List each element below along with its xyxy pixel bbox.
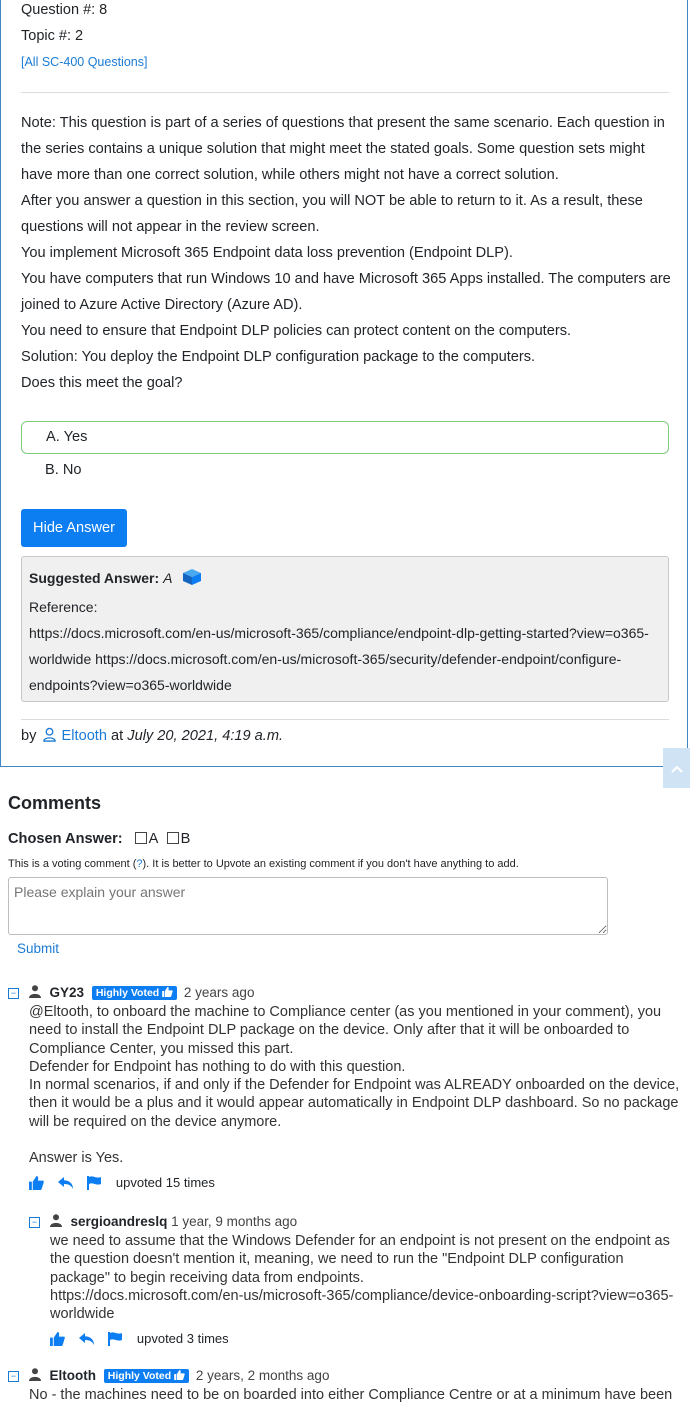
comment-body: No - the machines need to be on boarded … [29,1386,683,1404]
reply-icon[interactable] [78,1333,95,1349]
reference-text: https://docs.microsoft.com/en-us/microso… [29,625,649,693]
comment-username[interactable]: GY23 [50,985,85,1000]
question-paragraph: Solution: You deploy the Endpoint DLP co… [21,349,536,365]
comments-title: Comments [8,793,102,813]
option-b-checkbox[interactable] [166,832,179,844]
option-a-label: A [148,831,158,847]
comment-time: 2 years ago [183,985,255,1000]
comment-paragraph: Answer is Yes. [29,1150,124,1167]
comment-body: we need to assume that the Windows Defen… [50,1232,684,1323]
question-byline: by Eltooth at July 20, 2021, 4:19 a.m. [21,727,283,746]
comment-time: 2 years, 2 months ago [195,1368,330,1383]
question-paragraph: You have computers that run Windows 10 a… [21,271,671,313]
upvote-count: upvoted 3 times [136,1331,229,1347]
question-paragraph: After you answer a question in this sect… [21,193,643,235]
upvote-icon[interactable] [29,1176,44,1193]
reference-label: Reference: [29,599,98,615]
post-date: July 20, 2021, 4:19 a.m. [127,728,284,744]
comment-paragraph: we need to assume that the Windows Defen… [50,1233,670,1286]
suggested-answer-label: Suggested Answer: [29,570,160,586]
hide-answer-button[interactable]: Hide Answer [21,509,127,547]
user-icon [42,727,57,746]
flag-icon[interactable] [87,1176,102,1193]
suggested-answer-box: Suggested Answer: A Reference: https://d… [21,556,669,702]
collapse-toggle-icon[interactable]: − [8,1371,19,1382]
user-icon [28,985,41,1001]
comment-username[interactable]: Eltooth [50,1368,97,1383]
thumbs-up-icon [174,1370,185,1380]
divider [21,719,669,720]
comment-paragraph: In normal scenarios, if and only if the … [29,1077,680,1130]
upvote-icon[interactable] [50,1332,65,1349]
comment: − GY23 Highly Voted 2 years ago @Eltooth… [8,985,683,1193]
option-a-checkbox[interactable] [134,832,147,844]
question-number: Question #: 8 [21,2,108,18]
comment-paragraph: @Eltooth, to onboard the machine to Comp… [29,1004,662,1057]
highly-voted-badge: Highly Voted [91,986,178,1000]
question-text: Note: This question is part of a series … [21,110,671,396]
comment-body: @Eltooth, to onboard the machine to Comp… [29,1003,683,1167]
comment-username[interactable]: sergioandreslq [71,1214,168,1229]
question-paragraph: Does this meet the goal? [21,375,183,391]
collapse-toggle-icon[interactable]: − [29,1217,40,1228]
choice-a[interactable]: A. Yes [21,421,669,454]
at-label: at [111,728,124,744]
upvote-count: upvoted 15 times [115,1175,215,1191]
scroll-top-button[interactable] [663,748,690,788]
comment-paragraph [29,1131,683,1149]
choice-b[interactable]: B. No [21,455,669,488]
question-paragraph: Note: This question is part of a series … [21,115,665,183]
suggested-answer-value: A [163,570,173,586]
collapse-toggle-icon[interactable]: − [8,988,19,999]
user-icon [49,1214,62,1230]
comment-reply: − sergioandreslq 1 year, 9 months ago we… [29,1214,684,1349]
comment-paragraph: No - the machines need to be on boarded … [29,1387,673,1403]
comment-paragraph: Defender for Endpoint has nothing to do … [29,1058,406,1075]
explain-textarea[interactable] [8,877,608,935]
by-label: by [21,728,37,744]
highly-voted-badge: Highly Voted [103,1369,190,1383]
comment-paragraph: https://docs.microsoft.com/en-us/microso… [50,1287,674,1323]
user-icon [28,1368,41,1384]
voting-note: This is a voting comment (?). It is bett… [8,858,519,870]
chosen-answer-label: Chosen Answer: [8,831,123,847]
badge-text: Highly Voted [107,1370,172,1382]
reply-icon[interactable] [57,1177,74,1193]
all-questions-link[interactable]: [All SC-400 Questions] [21,55,147,69]
cube-icon [182,568,202,594]
chosen-answer-row: Chosen Answer: A B [8,831,190,847]
badge-text: Highly Voted [95,987,160,999]
comment-time: 1 year, 9 months ago [171,1214,298,1229]
question-paragraph: You implement Microsoft 365 Endpoint dat… [21,245,513,261]
topic-number: Topic #: 2 [21,28,84,44]
submit-link[interactable]: Submit [17,941,59,956]
chevron-up-icon [670,760,683,776]
divider [21,92,669,93]
voting-note-text: This is a voting comment ( [8,858,137,870]
option-b-label: B [180,831,191,847]
author-link[interactable]: Eltooth [62,728,107,744]
question-paragraph: You need to ensure that Endpoint DLP pol… [21,323,572,339]
flag-icon[interactable] [108,1332,123,1349]
thumbs-up-icon [162,987,173,997]
comment: − Eltooth Highly Voted 2 years, 2 months… [8,1368,683,1404]
voting-note-text: ). It is better to Upvote an existing co… [142,858,519,870]
